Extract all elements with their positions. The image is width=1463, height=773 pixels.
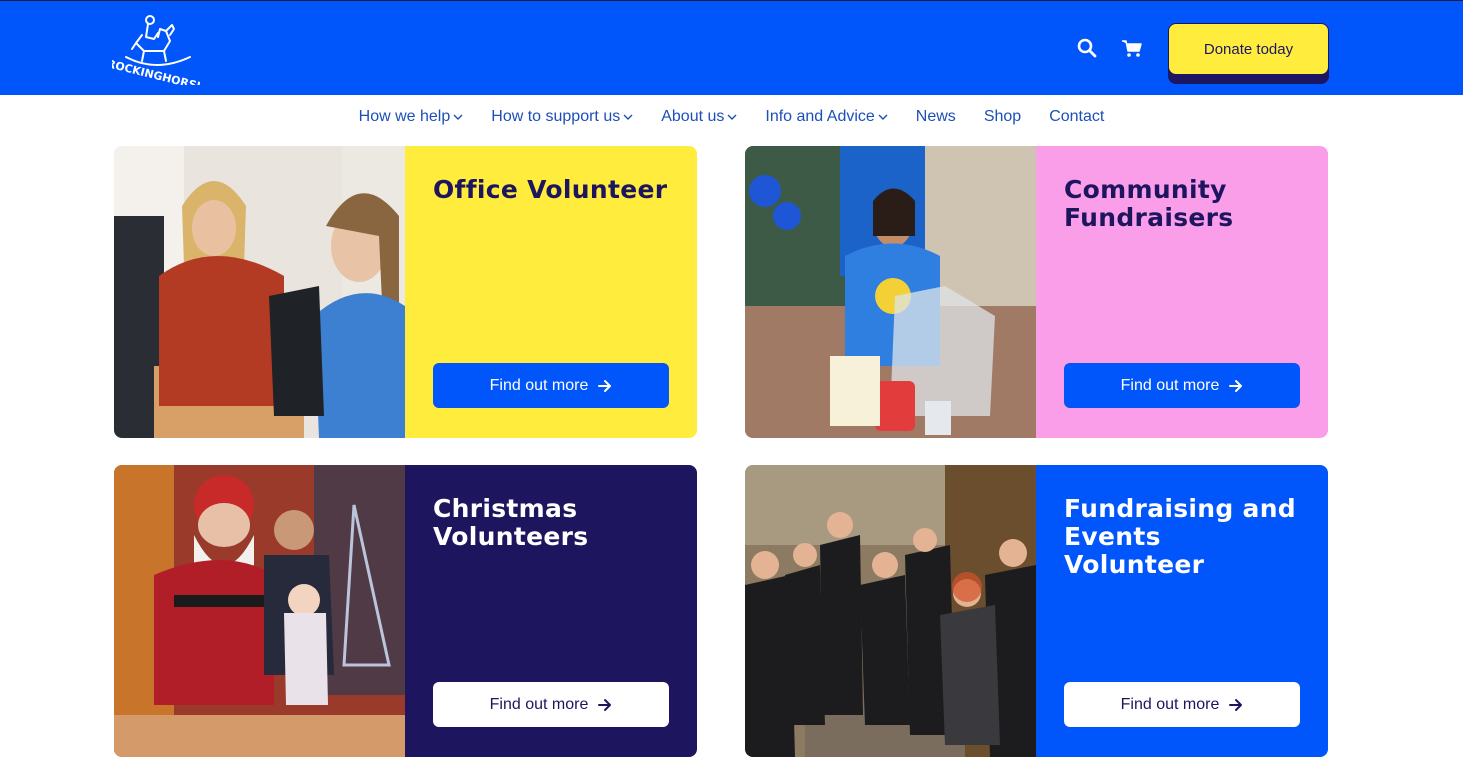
button-label: Find out more [1120, 376, 1220, 394]
find-out-more-button[interactable]: Find out more [433, 682, 669, 727]
card-fundraising-events-volunteer: Fundraising and Events Volunteer Find ou… [745, 465, 1328, 757]
nav-label: About us [661, 108, 725, 125]
nav-item-news[interactable]: News [916, 108, 956, 126]
nav-label: How we help [358, 108, 451, 125]
card-office-volunteer: Office Volunteer Find out more [114, 146, 697, 438]
card-title: Community Fundraisers [1064, 176, 1300, 232]
nav-item-about-us[interactable]: About us [661, 108, 737, 126]
donate-today-button[interactable]: Donate today [1168, 23, 1329, 75]
card-title-line: Events [1064, 522, 1161, 551]
card-title: Office Volunteer [433, 176, 669, 204]
card-title-line: Volunteer [1064, 550, 1205, 579]
cart-icon[interactable] [1120, 37, 1144, 59]
nav-item-how-to-support-us[interactable]: How to support us [491, 108, 633, 126]
button-label: Find out more [489, 376, 589, 394]
card-title: Fundraising and Events Volunteer [1064, 495, 1300, 579]
chevron-down-icon [453, 114, 463, 120]
nav-item-how-we-help[interactable]: How we help [359, 108, 464, 126]
card-title-line: Community [1064, 175, 1227, 204]
community-fundraiser-photo [745, 146, 1036, 438]
find-out-more-button[interactable]: Find out more [433, 363, 669, 408]
card-christmas-volunteers: Christmas Volunteers Find out more [114, 465, 697, 757]
arrow-right-icon [598, 698, 612, 711]
nav-label: Shop [983, 108, 1022, 125]
card-title-line: Fundraisers [1064, 203, 1234, 232]
card-title-line: Office Volunteer [433, 175, 668, 204]
card-panel: Office Volunteer Find out more [405, 146, 697, 438]
find-out-more-button[interactable]: Find out more [1064, 682, 1300, 727]
card-title: Christmas Volunteers [433, 495, 669, 551]
chevron-down-icon [878, 114, 888, 120]
logo-wordmark: ROCKINGHORSE [112, 57, 200, 85]
office-volunteers-photo [114, 146, 405, 438]
card-community-fundraisers: Community Fundraisers Find out more [745, 146, 1328, 438]
card-panel: Christmas Volunteers Find out more [405, 465, 697, 757]
site-header: ROCKINGHORSE Donate today [0, 0, 1463, 95]
nav-label: How to support us [491, 108, 621, 125]
button-label: Find out more [489, 695, 589, 713]
main-nav: How we help How to support us About us I… [0, 95, 1463, 139]
nav-label: Contact [1049, 108, 1105, 125]
find-out-more-button[interactable]: Find out more [1064, 363, 1300, 408]
nav-item-contact[interactable]: Contact [1049, 108, 1104, 126]
donate-button-wrapper: Donate today [1168, 23, 1329, 84]
card-title-line: Christmas [433, 494, 578, 523]
card-panel: Community Fundraisers Find out more [1036, 146, 1328, 438]
button-label: Find out more [1120, 695, 1220, 713]
rockinghorse-logo[interactable]: ROCKINGHORSE [106, 13, 205, 94]
card-title-line: Fundraising and [1064, 494, 1297, 523]
events-volunteers-photo [745, 465, 1036, 757]
nav-label: News [915, 108, 956, 125]
card-title-line: Volunteers [433, 522, 589, 551]
arrow-right-icon [598, 379, 612, 392]
arrow-right-icon [1229, 379, 1243, 392]
nav-item-info-and-advice[interactable]: Info and Advice [765, 108, 888, 126]
christmas-volunteers-photo [114, 465, 405, 757]
chevron-down-icon [727, 114, 737, 120]
chevron-down-icon [623, 114, 633, 120]
nav-item-shop[interactable]: Shop [984, 108, 1021, 126]
card-panel: Fundraising and Events Volunteer Find ou… [1036, 465, 1328, 757]
nav-label: Info and Advice [765, 108, 875, 125]
arrow-right-icon [1229, 698, 1243, 711]
search-icon[interactable] [1076, 37, 1098, 59]
